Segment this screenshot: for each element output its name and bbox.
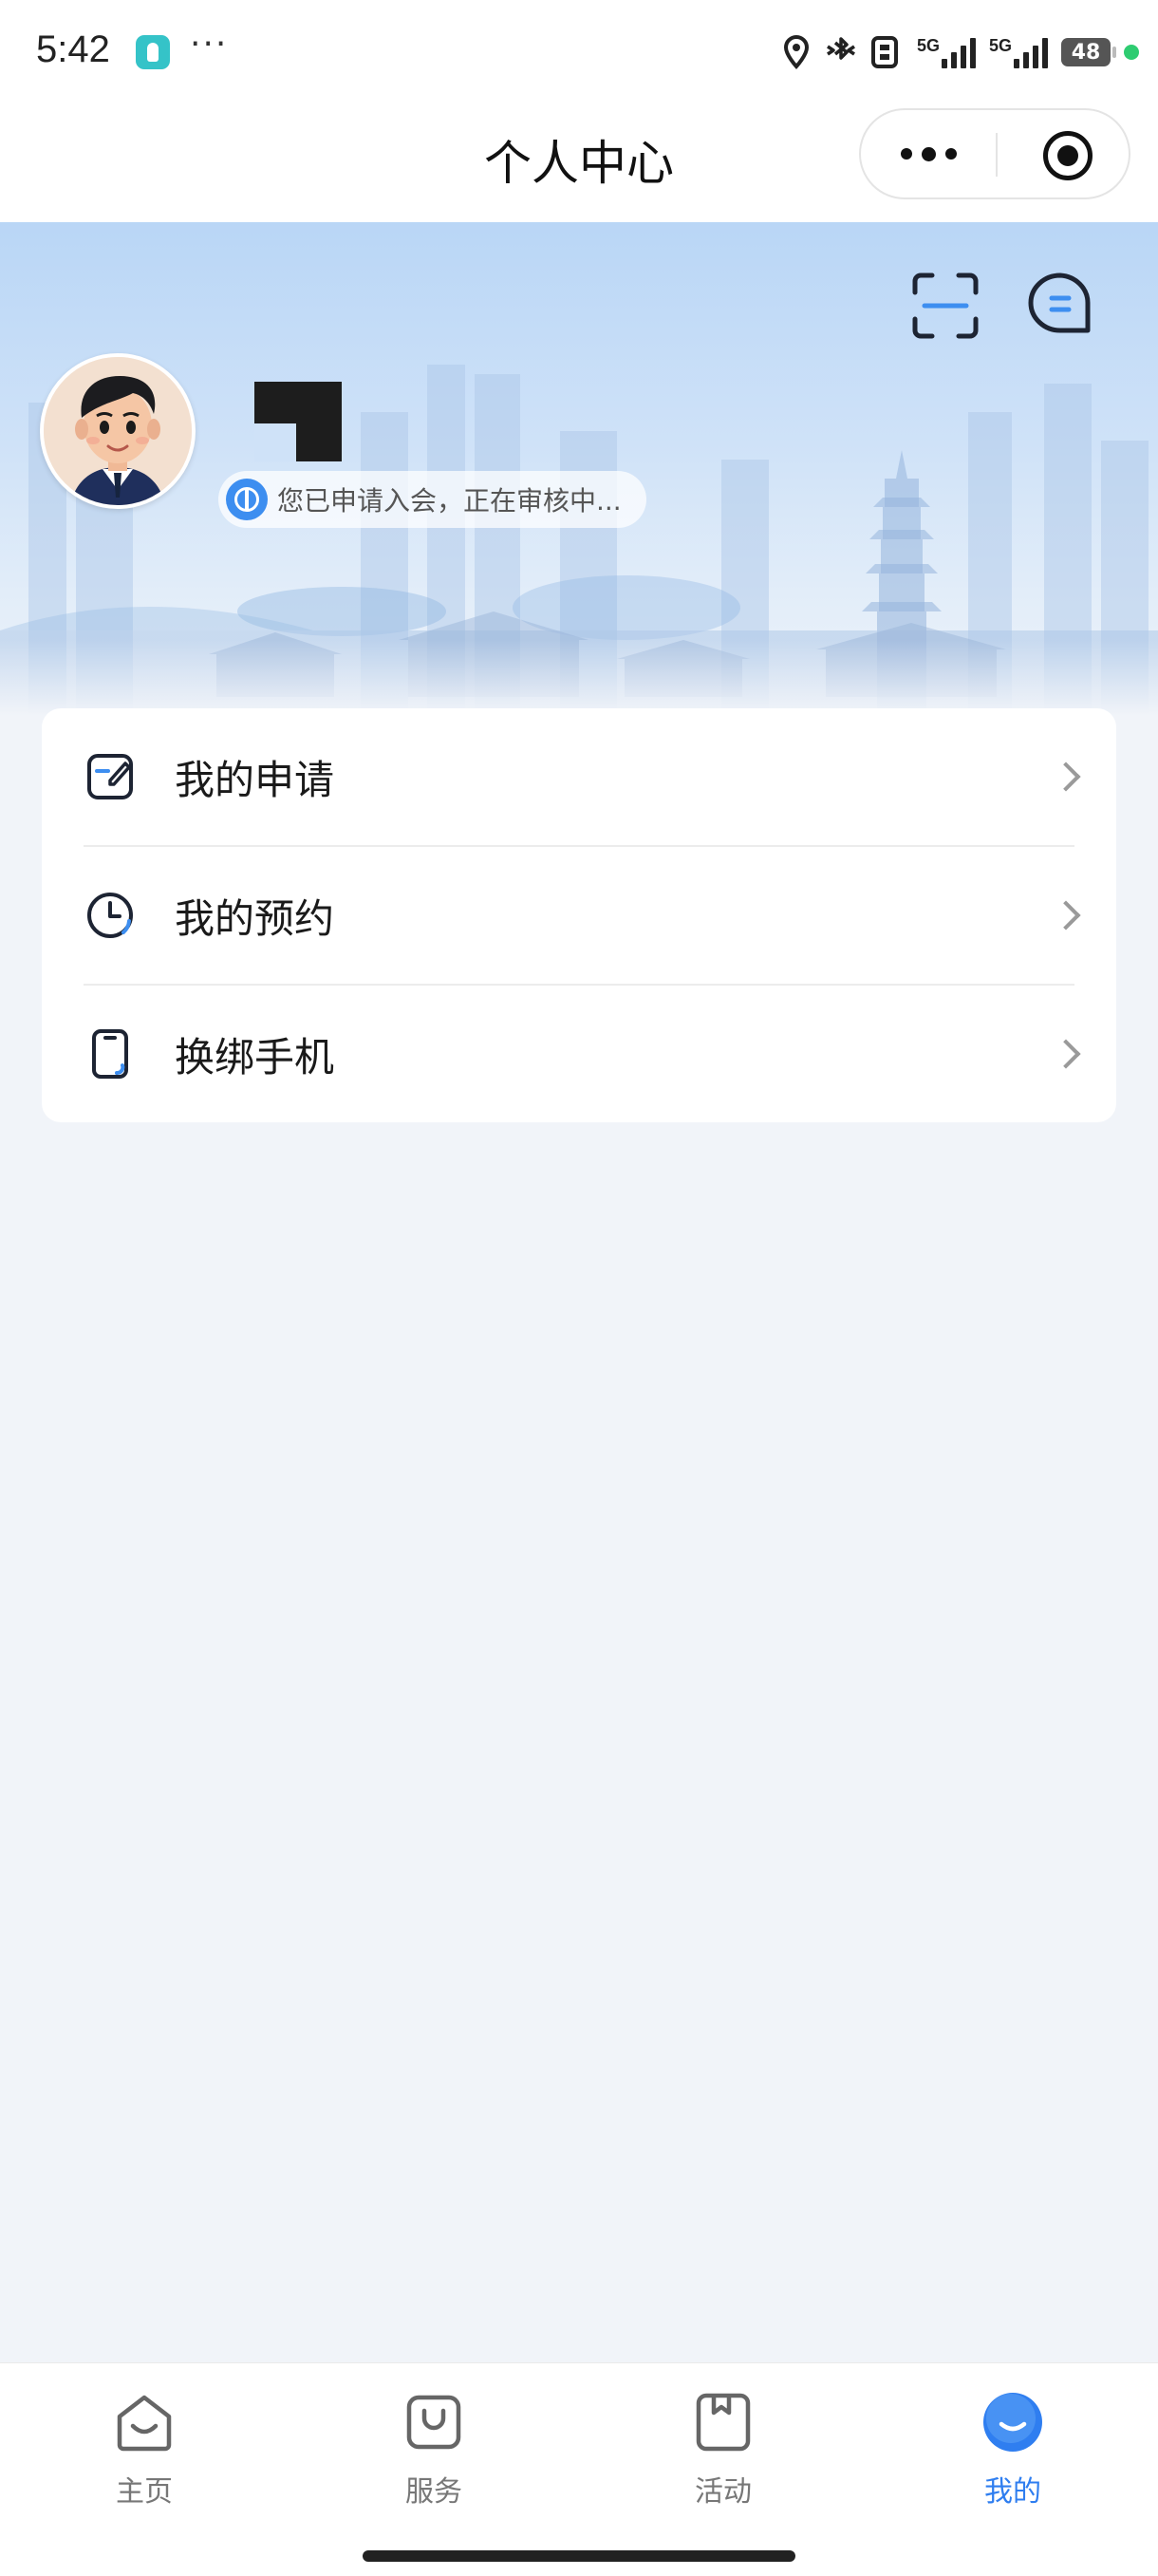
notification-app-icon <box>136 35 170 69</box>
status-time: 5:42 <box>36 28 110 70</box>
tab-label: 服务 <box>405 2475 462 2509</box>
capsule-divider <box>996 133 998 177</box>
edit-icon <box>85 752 135 801</box>
chevron-right-icon <box>1051 762 1081 792</box>
tab-mine[interactable]: 我的 <box>918 2363 1108 2534</box>
privacy-indicator-icon <box>1124 45 1139 60</box>
membership-status-badge: 您已申请入会，正在审核中... <box>218 471 646 528</box>
hero-fade <box>0 640 1158 716</box>
tab-label: 主页 <box>116 2475 173 2509</box>
bluetooth-icon <box>824 35 858 69</box>
network-label-2: 5G <box>988 36 1012 55</box>
menu-item-my-applications[interactable]: 我的申请 <box>42 708 1116 845</box>
home-icon <box>114 2392 175 2453</box>
tab-label: 活动 <box>695 2475 752 2509</box>
tab-label: 我的 <box>984 2475 1041 2509</box>
union-logo-icon <box>226 479 268 520</box>
avatar[interactable] <box>40 353 196 509</box>
scan-icon[interactable] <box>911 272 980 340</box>
location-icon <box>782 35 811 69</box>
battery-icon: 48 <box>1061 38 1116 66</box>
user-name-redacted <box>254 382 342 461</box>
more-options-icon[interactable] <box>861 110 996 197</box>
menu-item-change-phone[interactable]: 换绑手机 <box>42 986 1116 1122</box>
menu-label: 我的申请 <box>175 756 335 803</box>
menu-card: 我的申请 我的预约 换绑手机 <box>42 708 1116 1122</box>
menu-label: 换绑手机 <box>175 1033 335 1081</box>
membership-status-text: 您已申请入会，正在审核中... <box>277 485 622 517</box>
menu-label: 我的预约 <box>175 894 335 942</box>
nfc-icon <box>870 35 904 69</box>
bottom-tab-bar: 主页 服务 活动 我的 <box>0 2362 1158 2576</box>
tab-home[interactable]: 主页 <box>49 2363 239 2534</box>
tab-services[interactable]: 服务 <box>339 2363 529 2534</box>
nav-header: 个人中心 <box>0 104 1158 222</box>
status-indicators: 5G 5G 48 <box>782 28 1139 76</box>
network-label-1: 5G <box>916 36 940 55</box>
tab-activities[interactable]: 活动 <box>628 2363 818 2534</box>
hero-actions <box>911 272 1093 340</box>
status-bar: 5:42 ··· 5G 5G 48 <box>0 0 1158 104</box>
menu-item-my-appointments[interactable]: 我的预约 <box>42 847 1116 984</box>
home-indicator[interactable] <box>363 2550 795 2562</box>
status-more: ··· <box>190 25 229 64</box>
miniprogram-capsule <box>859 108 1130 199</box>
chevron-right-icon <box>1051 900 1081 931</box>
message-icon[interactable] <box>1027 272 1093 334</box>
close-miniprogram-icon[interactable] <box>1043 131 1093 180</box>
bag-icon <box>403 2392 464 2453</box>
chevron-right-icon <box>1051 1039 1081 1069</box>
profile-icon <box>982 2392 1043 2453</box>
signal-5g-icon-1: 5G <box>917 36 976 68</box>
signal-5g-icon-2: 5G <box>989 36 1048 68</box>
bookmark-icon <box>693 2392 754 2453</box>
phone-icon <box>85 1029 135 1079</box>
profile-hero: 您已申请入会，正在审核中... <box>0 222 1158 716</box>
clock-icon <box>85 891 135 940</box>
